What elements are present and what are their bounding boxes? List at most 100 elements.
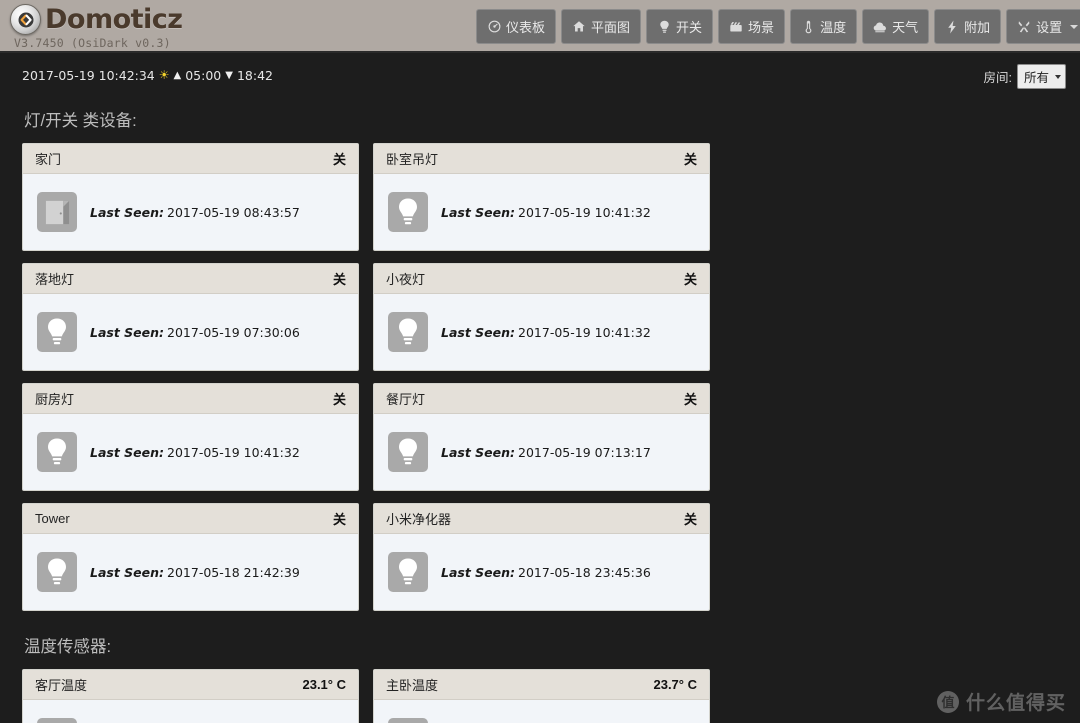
device-card[interactable]: 厨房灯 关 Last Seen: 2017-05-19 10:41:32 [22, 383, 359, 491]
device-state-toggle[interactable]: 关 [684, 509, 697, 528]
device-card-header: 客厅温度 23.1° C [23, 670, 358, 700]
last-seen-label: Last Seen: [441, 444, 516, 460]
switch-card-grid: 家门关 Last Seen: 2017-05-19 08:43:57 卧室吊灯关 Las… [22, 143, 1058, 611]
device-state-toggle[interactable]: 关 [333, 269, 346, 288]
last-seen-label: Last Seen: [441, 324, 516, 340]
last-seen-value: 2017-05-19 07:13:17 [518, 444, 651, 460]
last-seen-label: Last Seen: [441, 564, 516, 580]
top-bar: Domoticz V3.7450 (OsiDark v0.3) 仪表板 平面图 … [0, 0, 1080, 53]
device-card-body: Last Seen: 2017-05-18 21:42:39 [23, 534, 358, 610]
last-seen-label: Last Seen: [441, 204, 516, 220]
device-card[interactable]: 家门 关 Last Seen: 2017-05-19 08:43:57 [22, 143, 359, 251]
room-dropdown[interactable]: 所有 [1016, 64, 1066, 89]
nav-label: 开关 [676, 20, 703, 35]
last-seen-value: 2017-05-19 10:41:32 [518, 204, 651, 220]
brand-title: Domoticz [45, 3, 183, 35]
nav-item-temperature[interactable]: 温度 [790, 9, 858, 44]
device-card[interactable]: 客厅温度 23.1° C Last Seen:2017-05-19 10:41:32 [22, 669, 359, 723]
device-card[interactable]: 小夜灯 关 Last Seen: 2017-05-19 10:41:32 [373, 263, 710, 371]
last-seen-value: 2017-05-19 10:41:32 [167, 444, 300, 460]
room-selected-value: 所有 [1023, 71, 1049, 85]
nav-item-dashboard[interactable]: 仪表板 [476, 9, 557, 44]
device-state-toggle[interactable]: 关 [684, 389, 697, 408]
room-selector: 房间: 所有 [983, 64, 1066, 89]
device-last-seen: Last Seen: 2017-05-19 08:43:57 [90, 205, 300, 220]
last-seen-label: Last Seen: [90, 204, 165, 220]
device-state-toggle[interactable]: 关 [684, 149, 697, 168]
device-name: 餐厅灯 [386, 392, 426, 407]
nav-item-settings[interactable]: 设置 [1006, 9, 1080, 44]
device-last-seen: Last Seen: 2017-05-18 23:45:36 [441, 565, 651, 580]
nav-item-weather[interactable]: 天气 [862, 9, 930, 44]
device-card-header: 小米净化器 关 [374, 504, 709, 534]
dashboard-icon [487, 20, 501, 34]
device-card-body: Last Seen: 2017-05-19 08:43:57 [23, 174, 358, 250]
device-card[interactable]: 餐厅灯 关 Last Seen: 2017-05-19 07:13:17 [373, 383, 710, 491]
device-last-seen: Last Seen: 2017-05-19 10:41:32 [441, 205, 651, 220]
last-seen-value: 2017-05-18 23:45:36 [518, 564, 651, 580]
nav-label: 仪表板 [506, 20, 546, 35]
last-seen-value: 2017-05-19 10:41:32 [518, 324, 651, 340]
device-card-body: Last Seen:2017-05-19 10:41:32 [374, 174, 709, 250]
device-state-toggle[interactable]: 关 [333, 389, 346, 408]
current-datetime: 2017-05-19 10:42:34 [22, 67, 155, 83]
brand-version: V3.7450 (OsiDark v0.3) [14, 36, 171, 50]
lightbulb-icon[interactable] [37, 312, 77, 352]
domoticz-logo-icon [10, 4, 41, 35]
device-card[interactable]: 小米净化器 关 Last Seen: 2017-05-18 23:45:36 [373, 503, 710, 611]
device-card[interactable]: 卧室吊灯 关 Last Seen: 2017-05-19 10:41:32 [373, 143, 710, 251]
device-name: 家门 [35, 152, 62, 167]
device-name: 小夜灯 [386, 272, 426, 287]
device-name: 客厅温度 [35, 678, 88, 693]
section-title-switches: 灯/开关 类设备: [24, 112, 137, 130]
device-last-seen: Last Seen: 2017-05-18 21:42:39 [90, 565, 300, 580]
nav-item-switches[interactable]: 开关 [646, 9, 714, 44]
room-label: 房间: [983, 71, 1012, 85]
device-temperature-value: 23.7° C [653, 677, 697, 692]
device-card-header: Tower 关 [23, 504, 358, 534]
device-name: 卧室吊灯 [386, 152, 439, 167]
chevron-down-icon [1055, 74, 1061, 79]
last-seen-value: 2017-05-18 21:42:39 [167, 564, 300, 580]
brand-row: Domoticz [10, 4, 183, 35]
sunset-time: 18:42 [236, 67, 273, 83]
nav-item-scenes[interactable]: 场景 [718, 9, 786, 44]
lightbulb-icon[interactable] [388, 192, 428, 232]
sun-icon: ☀ [158, 68, 170, 82]
last-seen-value: 2017-05-19 08:43:57 [167, 204, 300, 220]
lightbulb-icon[interactable] [37, 432, 77, 472]
device-last-seen: Last Seen: 2017-05-19 07:30:06 [90, 325, 300, 340]
lightbulb-icon[interactable] [388, 312, 428, 352]
device-card[interactable]: 主卧温度 23.7° C Last Seen:2017-05-19 10:41:32 [373, 669, 710, 723]
thermometer-icon[interactable] [37, 718, 77, 723]
device-card[interactable]: Tower 关 Last Seen: 2017-05-18 21:42:39 [22, 503, 359, 611]
lightbulb-icon[interactable] [388, 432, 428, 472]
last-seen-value: 2017-05-19 07:30:06 [167, 324, 300, 340]
device-state-toggle[interactable]: 关 [333, 509, 346, 528]
door-icon[interactable] [37, 192, 77, 232]
temperature-card-grid: 客厅温度 23.1° C Last Seen:2017-05-19 10:41:32… [22, 669, 1058, 723]
sunrise-time: 05:00 [185, 67, 222, 83]
device-card-body: Last Seen:2017-05-19 10:41:32 [23, 414, 358, 490]
device-last-seen: Last Seen: 2017-05-19 10:41:32 [441, 325, 651, 340]
lightbulb-icon[interactable] [388, 552, 428, 592]
device-card-header: 主卧温度 23.7° C [374, 670, 709, 700]
device-card[interactable]: 落地灯 关 Last Seen: 2017-05-19 07:30:06 [22, 263, 359, 371]
content-area: 灯/开关 类设备: 家门关 Last Seen: 2017-05-19 08:43:… [0, 107, 1080, 723]
nav-label: 场景 [748, 20, 775, 35]
bolt-icon [945, 20, 959, 34]
wrench-icon [1017, 20, 1031, 34]
chevron-down-icon [1070, 24, 1079, 29]
device-card-body: Last Seen:2017-05-19 10:41:32 [374, 294, 709, 370]
device-name: 厨房灯 [35, 392, 75, 407]
device-card-header: 卧室吊灯 关 [374, 144, 709, 174]
device-state-toggle[interactable]: 关 [684, 269, 697, 288]
nav-label: 平面图 [591, 20, 631, 35]
lightbulb-icon[interactable] [37, 552, 77, 592]
device-card-body: Last Seen: 2017-05-19 07:13:17 [374, 414, 709, 490]
device-state-toggle[interactable]: 关 [333, 149, 346, 168]
nav-item-extra[interactable]: 附加 [934, 9, 1002, 44]
nav-item-floorplan[interactable]: 平面图 [561, 9, 642, 44]
device-card-body: Last Seen: 2017-05-19 07:30:06 [23, 294, 358, 370]
thermometer-icon[interactable] [388, 718, 428, 723]
